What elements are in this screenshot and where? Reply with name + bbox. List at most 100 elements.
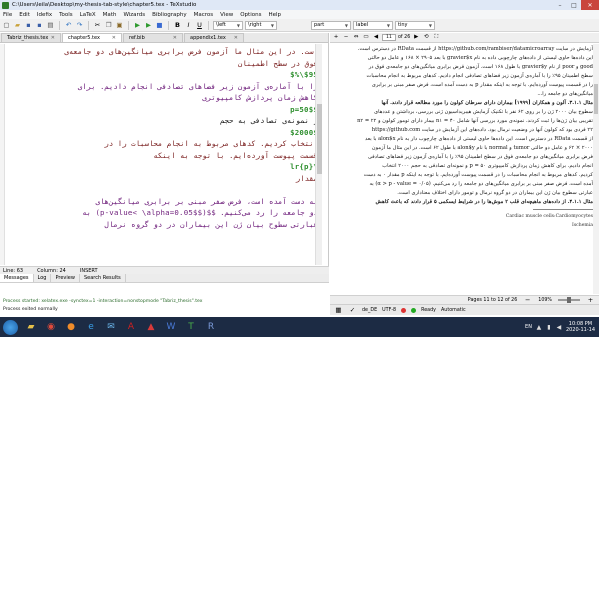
editor-line[interactable]: و نمونه‌ی تصادفی به حجم xyxy=(8,115,318,127)
maximize-button[interactable]: □ xyxy=(567,0,581,10)
zoom-out-icon[interactable]: − xyxy=(342,34,350,42)
menu-options[interactable]: Options xyxy=(240,12,261,18)
input-language[interactable]: EN xyxy=(525,324,532,330)
tab-search-results[interactable]: Search Results xyxy=(80,274,126,282)
layout-icon[interactable]: ▦ xyxy=(334,306,343,315)
menu-file[interactable]: File xyxy=(3,12,12,18)
reference-select[interactable]: label ▼ xyxy=(353,20,393,30)
explorer-icon[interactable]: ▰ xyxy=(24,320,38,334)
editor-line[interactable]: $p=50$ xyxy=(8,104,318,116)
editor-line[interactable]: کاهش زمان پردازش کامپیوتری xyxy=(8,92,318,104)
pdf-icon[interactable]: ▲ xyxy=(144,320,158,334)
view-icon[interactable]: ▶ xyxy=(144,21,153,30)
texstudio-icon[interactable]: T xyxy=(184,320,198,334)
close-button[interactable]: ✕ xyxy=(581,0,599,10)
network-icon[interactable]: ▮ xyxy=(546,324,552,331)
undo-icon[interactable]: ↶ xyxy=(64,21,73,30)
editor-line[interactable]: $95\%$ xyxy=(8,69,318,81)
editor-line[interactable]: دو جامعه را رد می‌کنیم. $$(p-value< \alp… xyxy=(8,207,318,219)
word-icon[interactable]: W xyxy=(164,320,178,334)
menu-math[interactable]: Math xyxy=(103,12,117,18)
print-icon[interactable]: ▤ xyxy=(46,21,55,30)
tab-tabriz-thesis[interactable]: Tabriz_thesis.tex ✕ xyxy=(1,33,61,42)
close-tab-icon[interactable]: ✕ xyxy=(51,35,55,41)
encoding-indicator[interactable]: UTF-8 xyxy=(382,308,396,313)
paste-icon[interactable]: ▣ xyxy=(115,21,124,30)
pdf-page[interactable]: آزمایش در سایت https://github.com/rambis… xyxy=(334,45,593,294)
ie-icon[interactable]: e xyxy=(84,320,98,334)
language-indicator[interactable]: de_DE xyxy=(362,308,377,313)
volume-icon[interactable]: ◀ xyxy=(556,324,562,331)
page-number-input[interactable]: 11 xyxy=(382,34,396,41)
close-tab-icon[interactable]: ✕ xyxy=(173,35,177,41)
r-icon[interactable]: R xyxy=(204,320,218,334)
menu-view[interactable]: View xyxy=(220,12,233,18)
redo-icon[interactable]: ↷ xyxy=(75,21,84,30)
tab-ref-bib[interactable]: ref.bib ✕ xyxy=(123,33,183,42)
menu-macros[interactable]: Macros xyxy=(194,12,214,18)
save-icon[interactable]: ▪ xyxy=(24,21,33,30)
menu-edit[interactable]: Edit xyxy=(19,12,30,18)
start-icon[interactable] xyxy=(3,319,18,335)
editor-line[interactable]: مقدار xyxy=(8,173,318,185)
close-tab-icon[interactable]: ✕ xyxy=(112,35,116,41)
menu-latex[interactable]: LaTeX xyxy=(80,12,96,18)
menu-help[interactable]: Help xyxy=(268,12,281,18)
tab-messages[interactable]: Messages xyxy=(0,274,34,282)
menu-idefix[interactable]: Idefix xyxy=(37,12,52,18)
editor-line[interactable]: است. در این مثال ما آزمون فرض برابری میا… xyxy=(8,46,318,58)
next-page-icon[interactable]: ▶ xyxy=(412,34,420,42)
tab-appendix1[interactable]: appendix1.tex ✕ xyxy=(184,33,244,42)
chrome-icon[interactable]: ◉ xyxy=(44,320,58,334)
open-file-icon[interactable]: ▰ xyxy=(13,21,22,30)
menu-wizards[interactable]: Wizards xyxy=(123,12,145,18)
left-delimiter-select[interactable]: \left ▼ xyxy=(213,20,243,30)
zoom-slider[interactable] xyxy=(558,297,580,303)
stop-icon[interactable]: ■ xyxy=(155,21,164,30)
close-tab-icon[interactable]: ✕ xyxy=(234,35,238,41)
scrollbar-thumb[interactable] xyxy=(594,84,598,114)
editor-line[interactable]: $2000$ xyxy=(8,127,318,139)
tray-arrow-icon[interactable]: ▲ xyxy=(536,324,542,331)
sync-icon[interactable]: ⟲ xyxy=(422,34,430,42)
pdf-scrollbar[interactable] xyxy=(593,44,599,294)
font-size-select[interactable]: tiny ▼ xyxy=(395,20,435,30)
fit-page-icon[interactable]: ▭ xyxy=(362,34,370,42)
cut-icon[interactable]: ✂ xyxy=(93,21,102,30)
zoom-slider-handle[interactable] xyxy=(567,297,571,303)
compile-icon[interactable]: ▶ xyxy=(133,21,142,30)
editor-content[interactable]: است. در این مثال ما آزمون فرض برابری میا… xyxy=(8,46,318,230)
editor-line[interactable]: انتخاب کردیم. کدهای مربوط به انجام محاسب… xyxy=(8,138,318,150)
firefox-icon[interactable]: ● xyxy=(64,320,78,334)
clock[interactable]: 10:08 PM 2020-11-14 xyxy=(566,321,595,333)
code-editor[interactable]: است. در این مثال ما آزمون فرض برابری میا… xyxy=(0,44,322,265)
right-delimiter-select[interactable]: \right ▼ xyxy=(245,20,277,30)
editor-scrollbar[interactable] xyxy=(315,44,322,265)
menu-bibliography[interactable]: Bibliography xyxy=(152,12,187,18)
fit-width-icon[interactable]: ⇔ xyxy=(352,34,360,42)
minimize-button[interactable]: – xyxy=(553,0,567,10)
italic-icon[interactable]: I xyxy=(184,21,193,30)
tab-chapter5[interactable]: chapter5.tex ✕ xyxy=(62,33,122,42)
scrollbar-thumb[interactable] xyxy=(317,104,322,174)
acrobat-icon[interactable]: A xyxy=(124,320,138,334)
prev-page-icon[interactable]: ◀ xyxy=(372,34,380,42)
fullscreen-icon[interactable]: ⛶ xyxy=(432,34,440,42)
spell-icon[interactable]: ✓ xyxy=(348,306,357,315)
editor-line[interactable]: را با آماره‌ی آزمون زیر فضاهای تصادفی ان… xyxy=(8,81,318,93)
zoom-in-icon[interactable]: + xyxy=(332,34,340,42)
tab-preview[interactable]: Preview xyxy=(51,274,80,282)
bold-icon[interactable]: B xyxy=(173,21,182,30)
editor-line[interactable]: قسمت پیوست آورده‌ایم. با توجه به اینکه xyxy=(8,150,318,162)
save-all-icon[interactable]: ▪ xyxy=(35,21,44,30)
editor-line[interactable]: \lr{p} xyxy=(8,161,318,173)
new-file-icon[interactable]: ▢ xyxy=(2,21,11,30)
editor-line[interactable]: به دست آمده است، فرض صفر مبنی بر برابری … xyxy=(8,196,318,208)
menu-tools[interactable]: Tools xyxy=(59,12,73,18)
editor-line[interactable] xyxy=(8,184,318,196)
editor-line[interactable]: عبارتی سطوح بیان ژن این بیماران در دو گر… xyxy=(8,219,318,231)
copy-icon[interactable]: ❐ xyxy=(104,21,113,30)
tab-log[interactable]: Log xyxy=(34,274,52,282)
mail-icon[interactable]: ✉ xyxy=(104,320,118,334)
editor-line[interactable]: فوق در سطح اطمینان xyxy=(8,58,318,70)
